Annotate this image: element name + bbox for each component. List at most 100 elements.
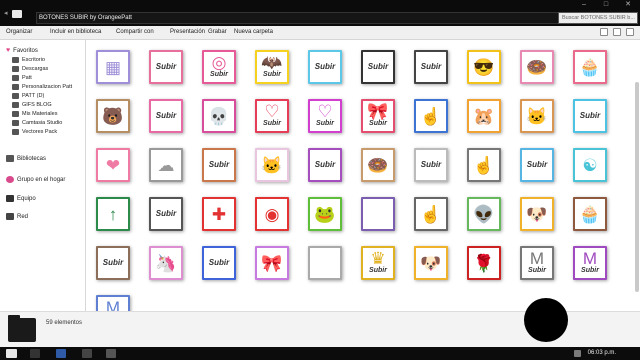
sidebar-item-mis-materiales[interactable]: Mis Materiales xyxy=(12,111,57,117)
file-thumbnail[interactable]: ✚ xyxy=(202,197,236,231)
file-thumbnail[interactable]: 🍩 xyxy=(520,50,554,84)
file-thumbnail[interactable]: ◎ Subir xyxy=(202,50,236,84)
sidebar-network[interactable]: Red xyxy=(6,213,28,220)
close-button[interactable]: ✕ xyxy=(620,1,636,9)
taskbar-app-icon[interactable] xyxy=(30,349,40,358)
address-bar[interactable]: BOTONES SUBIR by OrangeePatt xyxy=(36,12,588,24)
file-thumbnail[interactable]: Subir xyxy=(520,148,554,182)
title-bar: ◂ BOTONES SUBIR by OrangeePatt Buscar BO… xyxy=(0,0,640,26)
file-thumbnail[interactable]: ☯ xyxy=(573,148,607,182)
sidebar-item-gifs-blog[interactable]: GIFS BLOG xyxy=(12,102,52,108)
thumbnail-graphic-icon: ↑ xyxy=(108,204,118,224)
file-thumbnail[interactable]: Subir xyxy=(149,50,183,84)
file-thumbnail[interactable]: ☝ xyxy=(414,99,448,133)
file-thumbnail[interactable]: ♡ Subir xyxy=(255,99,289,133)
file-thumbnail[interactable]: ▦ xyxy=(96,50,130,84)
file-thumbnail[interactable] xyxy=(308,246,342,280)
file-thumbnail[interactable]: ◉ xyxy=(255,197,289,231)
sidebar-computer[interactable]: Equipo xyxy=(6,195,36,202)
search-input[interactable]: Buscar BOTONES SUBIR b... xyxy=(558,12,638,24)
thumbnail-caption: Subir xyxy=(420,62,442,71)
thumbnail-caption: Subir xyxy=(314,160,336,169)
file-thumbnail[interactable]: Subir xyxy=(149,99,183,133)
file-thumbnail[interactable]: 🎀 xyxy=(255,246,289,280)
computer-icon xyxy=(6,195,14,202)
back-arrow-icon[interactable]: ◂ xyxy=(4,9,10,17)
sidebar-libraries[interactable]: Bibliotecas xyxy=(6,155,46,162)
file-thumbnail[interactable] xyxy=(361,197,395,231)
file-thumbnail[interactable]: 🐱 xyxy=(255,148,289,182)
new-folder-button[interactable]: Nueva carpeta xyxy=(234,29,273,35)
taskbar-app-icon[interactable] xyxy=(82,349,92,358)
file-thumbnail[interactable]: 🐸 xyxy=(308,197,342,231)
file-thumbnail[interactable]: ♡ Subir xyxy=(308,99,342,133)
black-circle-tile[interactable] xyxy=(524,298,568,342)
sidebar-item-vectores[interactable]: Vectores Pack xyxy=(12,129,57,135)
file-thumbnail[interactable]: ↑ xyxy=(96,197,130,231)
sidebar-item-escritorio[interactable]: Escritorio xyxy=(12,57,45,63)
file-thumbnail[interactable]: MSubir xyxy=(520,246,554,280)
sidebar-homegroup[interactable]: Grupo en el hogar xyxy=(6,176,65,183)
sidebar-item-personalizacion[interactable]: Personalizacion Patt xyxy=(12,84,72,90)
include-library-menu[interactable]: Incluir en biblioteca xyxy=(50,29,101,35)
file-thumbnail[interactable]: Subir xyxy=(414,50,448,84)
file-thumbnail[interactable]: 🐶 xyxy=(414,246,448,280)
file-thumbnail[interactable]: 🐹 xyxy=(467,99,501,133)
file-thumbnail[interactable]: ☁ xyxy=(149,148,183,182)
sidebar-item-patt[interactable]: Patt xyxy=(12,75,32,81)
file-thumbnail[interactable]: Subir xyxy=(414,148,448,182)
file-thumbnail[interactable]: Subir xyxy=(96,246,130,280)
file-thumbnail[interactable]: 💀 xyxy=(202,99,236,133)
thumbnail-graphic-icon: 😎 xyxy=(473,57,495,77)
file-thumbnail[interactable]: ☝ xyxy=(467,148,501,182)
thumbnail-caption: Subir xyxy=(102,258,124,267)
thumbnail-graphic-icon: ❤ xyxy=(105,155,121,175)
share-with-menu[interactable]: Compartir con xyxy=(116,29,154,35)
file-thumbnail[interactable]: 😎 xyxy=(467,50,501,84)
file-thumbnail[interactable]: ☝ xyxy=(414,197,448,231)
photoshop-icon[interactable] xyxy=(56,349,66,358)
start-button[interactable] xyxy=(6,349,17,358)
sidebar-item-patt-d[interactable]: PATT (D) xyxy=(12,93,44,99)
file-thumbnail[interactable]: Subir xyxy=(202,246,236,280)
taskbar-app-icon[interactable] xyxy=(106,349,116,358)
sidebar-item-descargas[interactable]: Descargas xyxy=(12,66,48,72)
sidebar-item-camtasia[interactable]: Camtasia Studio xyxy=(12,120,62,126)
thumbnail-caption: Subir xyxy=(316,120,334,127)
file-thumbnail[interactable]: 🎀 Subir xyxy=(361,99,395,133)
preview-pane-icon[interactable] xyxy=(613,28,621,36)
view-options-icon[interactable] xyxy=(600,28,608,36)
minimize-button[interactable]: – xyxy=(576,1,592,9)
organize-menu[interactable]: Organizar xyxy=(6,29,32,35)
burn-button[interactable]: Grabar xyxy=(208,29,227,35)
thumbnail-graphic-icon: ☁ xyxy=(157,155,175,175)
file-thumbnail[interactable]: Subir xyxy=(308,50,342,84)
file-thumbnail[interactable]: 🧁 xyxy=(573,50,607,84)
file-thumbnail[interactable]: 🌹 xyxy=(467,246,501,280)
file-thumbnail[interactable]: 🍩 xyxy=(361,148,395,182)
file-thumbnail[interactable]: MSubir xyxy=(96,295,130,311)
file-thumbnail[interactable]: ♛ Subir xyxy=(361,246,395,280)
file-thumbnail[interactable]: Subir xyxy=(308,148,342,182)
file-thumbnail[interactable]: ❤ xyxy=(96,148,130,182)
slideshow-button[interactable]: Presentación xyxy=(170,29,205,35)
file-thumbnail[interactable]: MSubir xyxy=(573,246,607,280)
file-thumbnail[interactable]: 👽 xyxy=(467,197,501,231)
file-thumbnail[interactable]: 🦇 Subir xyxy=(255,50,289,84)
file-thumbnail[interactable]: 🐻 xyxy=(96,99,130,133)
maximize-button[interactable]: □ xyxy=(598,1,614,9)
favorites-header[interactable]: ♥ Favoritos xyxy=(6,47,38,54)
thumbnail-graphic-icon: 🌹 xyxy=(473,253,495,273)
file-thumbnail[interactable]: 🐱 xyxy=(520,99,554,133)
file-thumbnail[interactable]: Subir xyxy=(573,99,607,133)
file-thumbnail[interactable]: 🧁 xyxy=(573,197,607,231)
file-thumbnail[interactable]: 🦄 xyxy=(149,246,183,280)
tray-icon[interactable] xyxy=(574,350,581,357)
scrollbar-thumb[interactable] xyxy=(635,82,639,292)
help-icon[interactable] xyxy=(626,28,634,36)
file-thumbnail[interactable]: Subir xyxy=(202,148,236,182)
file-thumbnail[interactable]: 🐶 xyxy=(520,197,554,231)
file-thumbnail[interactable]: Subir xyxy=(149,197,183,231)
file-thumbnail[interactable]: Subir xyxy=(361,50,395,84)
thumbnail-graphic-icon: 🐶 xyxy=(526,204,548,224)
